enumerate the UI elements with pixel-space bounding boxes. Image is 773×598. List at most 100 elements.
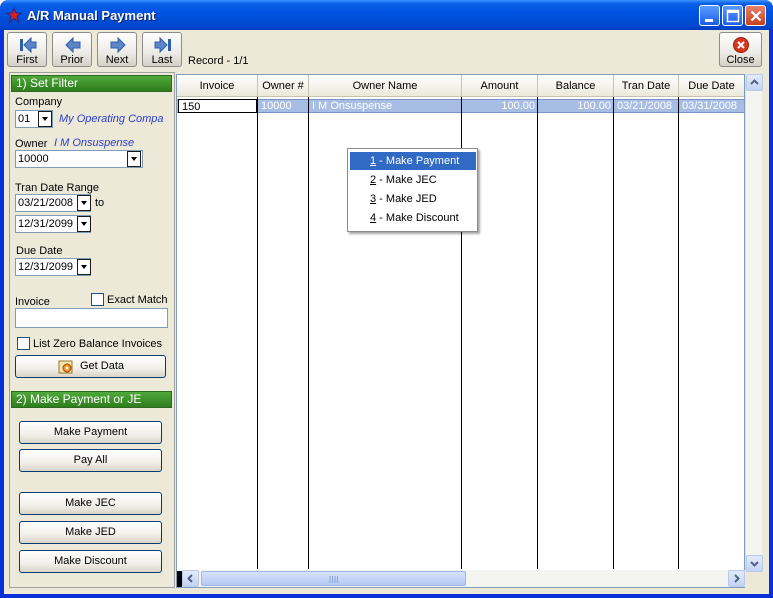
minimize-icon [705, 19, 713, 22]
prior-button[interactable]: Prior [52, 32, 92, 67]
window-close-button[interactable] [745, 5, 766, 26]
make-jed-button[interactable]: Make JED [19, 521, 162, 544]
owner-name: I M Onsuspense [54, 137, 135, 149]
chevron-down-icon [750, 561, 759, 567]
record-indicator: Record - 1/1 [188, 55, 249, 67]
chevron-left-icon [187, 574, 193, 583]
menu-item-make-jec[interactable]: 2 - Make JEC [350, 171, 476, 189]
window-title: A/R Manual Payment [27, 8, 156, 23]
pay-all-button[interactable]: Pay All [19, 449, 162, 472]
menu-item-make-payment[interactable]: 1 - Make Payment [350, 152, 476, 170]
invoice-input[interactable] [15, 308, 168, 328]
client-area: First Prior Next Last Record - 1/1 Close… [4, 30, 769, 594]
company-value: 01 [18, 113, 31, 125]
tran-date-to-dropdown-button[interactable] [77, 216, 91, 232]
first-label: First [16, 54, 38, 66]
make-discount-button[interactable]: Make Discount [19, 550, 162, 573]
menu-item-label: - Make JED [376, 193, 437, 205]
scroll-down-button[interactable] [746, 555, 763, 572]
prior-arrow-icon [65, 36, 81, 54]
close-circle-icon [733, 37, 749, 53]
scroll-up-button[interactable] [746, 74, 763, 91]
column-header-tran-date[interactable]: Tran Date [614, 75, 679, 97]
close-icon [750, 10, 762, 22]
menu-item-make-jed[interactable]: 3 - Make JED [350, 190, 476, 208]
tran-date-to-value: 12/31/2099 [18, 218, 74, 230]
due-date-value: 12/31/2099 [18, 261, 74, 273]
next-arrow-icon [110, 36, 126, 54]
last-arrow-icon [154, 36, 171, 54]
column-header-due-date[interactable]: Due Date [679, 75, 744, 97]
make-jec-button[interactable]: Make JEC [19, 492, 162, 515]
list-zero-balance-checkbox[interactable] [17, 337, 30, 350]
owner-label: Owner [15, 138, 48, 150]
company-dropdown-button[interactable] [38, 111, 52, 127]
list-zero-balance-label: List Zero Balance Invoices [33, 338, 163, 350]
column-divider [537, 97, 538, 569]
chevron-right-icon [734, 574, 740, 583]
minimize-button[interactable] [699, 5, 720, 26]
tran-date-label: Tran Date Range [15, 182, 99, 194]
column-header-invoice[interactable]: Invoice [177, 75, 258, 97]
scroll-left-button[interactable] [182, 570, 199, 587]
cell-invoice[interactable]: 150 [178, 99, 257, 113]
menu-item-label: - Make Payment [376, 155, 460, 167]
tran-date-to-word: to [95, 197, 105, 209]
cell-owner-num[interactable]: 10000 [261, 99, 307, 113]
due-date-label: Due Date [16, 245, 63, 257]
company-name: My Operating Compa [59, 113, 164, 125]
menu-item-make-discount[interactable]: 4 - Make Discount [350, 209, 476, 227]
get-data-icon [58, 360, 73, 374]
last-button[interactable]: Last [142, 32, 182, 67]
column-divider [613, 97, 614, 569]
close-button[interactable]: Close [719, 32, 762, 67]
get-data-button[interactable]: Get Data [15, 355, 166, 378]
scroll-right-button[interactable] [728, 570, 745, 587]
cell-due-date[interactable]: 03/31/2008 [682, 99, 744, 113]
cell-balance[interactable]: 100.00 [538, 99, 611, 113]
column-header-balance[interactable]: Balance [538, 75, 614, 97]
column-header-owner-num[interactable]: Owner # [258, 75, 309, 97]
column-header-owner-name[interactable]: Owner Name [309, 75, 462, 97]
horizontal-scrollbar[interactable] [182, 570, 745, 587]
cell-amount[interactable]: 100.00 [462, 99, 535, 113]
column-header-amount[interactable]: Amount [462, 75, 538, 97]
last-label: Last [151, 54, 173, 66]
owner-dropdown-button[interactable] [127, 151, 141, 167]
horizontal-scroll-thumb[interactable] [201, 571, 466, 586]
next-button[interactable]: Next [97, 32, 137, 67]
cell-tran-date[interactable]: 03/21/2008 [617, 99, 678, 113]
vertical-scrollbar[interactable] [745, 74, 763, 572]
column-divider [678, 97, 679, 569]
first-button[interactable]: First [7, 32, 47, 67]
tran-date-from-dropdown-button[interactable] [77, 195, 91, 211]
filter-section-header: 1) Set Filter [11, 75, 172, 92]
next-label: Next [105, 54, 129, 66]
exact-match-checkbox[interactable] [91, 293, 104, 306]
app-window: A/R Manual Payment First Prior Next Last [0, 0, 773, 598]
owner-select[interactable]: 10000 [15, 150, 143, 168]
column-divider [257, 97, 258, 569]
maximize-icon [726, 9, 740, 23]
first-arrow-icon [20, 36, 37, 54]
column-divider [308, 97, 309, 569]
context-menu: 1 - Make Payment 2 - Make JEC 3 - Make J… [347, 148, 478, 232]
owner-value: 10000 [18, 153, 49, 165]
cell-owner-name[interactable]: I M Onsuspense [312, 99, 460, 113]
company-label: Company [15, 96, 63, 108]
menu-item-label: - Make JEC [376, 174, 437, 186]
exact-match-label: Exact Match [107, 294, 168, 306]
title-bar[interactable]: A/R Manual Payment [0, 0, 773, 30]
chevron-up-icon [750, 79, 759, 85]
menu-item-label: - Make Discount [376, 212, 459, 224]
get-data-label: Get Data [80, 360, 125, 372]
prior-label: Prior [60, 54, 84, 66]
due-date-dropdown-button[interactable] [77, 259, 91, 275]
invoice-label: Invoice [15, 296, 50, 308]
maximize-button[interactable] [722, 5, 743, 26]
close-label: Close [726, 54, 755, 66]
actions-section-header: 2) Make Payment or JE [11, 391, 172, 408]
tran-date-from-value: 03/21/2008 [18, 197, 74, 209]
grip-icon [329, 576, 338, 583]
make-payment-button[interactable]: Make Payment [19, 421, 162, 444]
